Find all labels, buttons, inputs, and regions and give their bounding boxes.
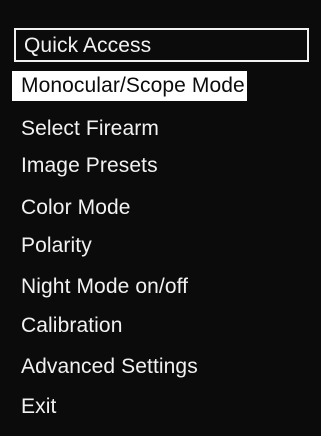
menu-item-select-firearm[interactable]: Select Firearm [14,114,159,144]
menu-item-advanced-settings[interactable]: Advanced Settings [14,352,198,382]
settings-menu: Quick Access Monocular/Scope Mode Select… [0,0,321,436]
menu-item-night-mode[interactable]: Night Mode on/off [14,272,188,302]
menu-item-quick-access[interactable]: Quick Access [14,28,309,62]
menu-item-exit[interactable]: Exit [14,392,56,422]
menu-item-color-mode[interactable]: Color Mode [14,193,131,223]
menu-item-calibration[interactable]: Calibration [14,311,123,341]
menu-item-image-presets[interactable]: Image Presets [14,151,158,181]
device-screen: Quick Access Monocular/Scope Mode Select… [0,0,321,436]
menu-item-polarity[interactable]: Polarity [14,231,92,261]
menu-item-monocular-scope-mode[interactable]: Monocular/Scope Mode [12,71,247,101]
